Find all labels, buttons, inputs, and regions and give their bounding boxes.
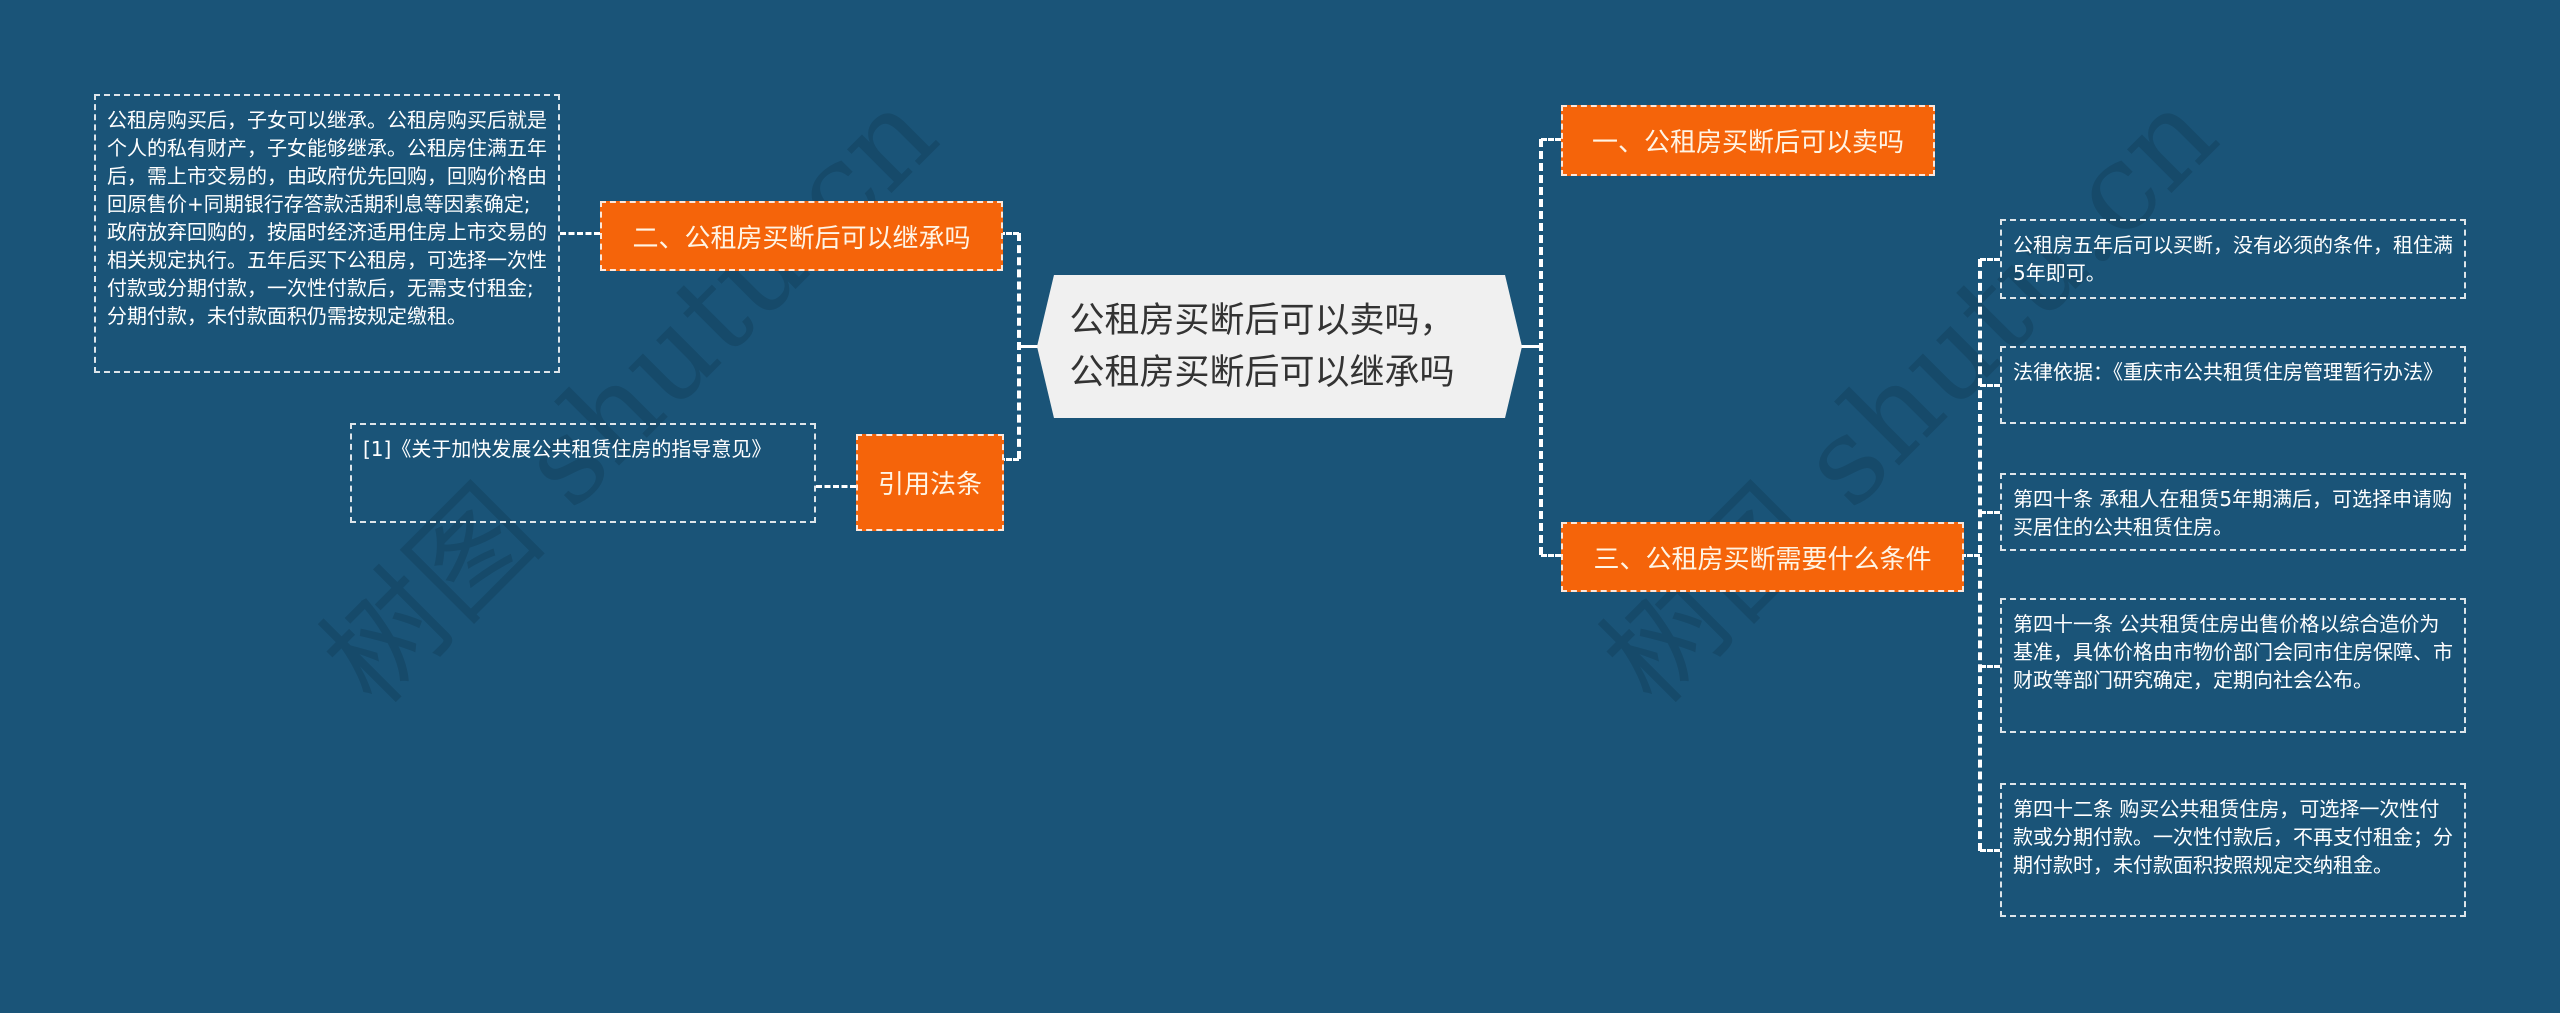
branch-conditions-label: 三、公租房买断需要什么条件 xyxy=(1593,544,1932,575)
condition-leaf[interactable]: 第四十一条 公共租赁住房出售价格以综合造价为基准，具体价格由市物价部门会同市住房… xyxy=(2000,598,2466,733)
connector-leaf-4 xyxy=(1980,665,2000,668)
condition-leaf[interactable]: 第四十条 承租人在租赁5年期满后，可选择申请购买居住的公共租赁住房。 xyxy=(2000,473,2466,551)
citation-detail-text: [1]《关于加快发展公共租赁住房的指导意见》 xyxy=(363,437,772,461)
root-title-line2: 公租房买断后可以继承吗 xyxy=(1069,352,1455,393)
connector-b2-detail xyxy=(560,232,600,235)
connector-leaf-3 xyxy=(1980,511,2000,514)
inherit-detail-text: 公租房购买后，子女可以继承。公租房购买后就是个人的私有财产，子女能够继承。公租房… xyxy=(107,108,547,328)
condition-leaf[interactable]: 公租房五年后可以买断，没有必须的条件，租住满5年即可。 xyxy=(2000,219,2466,299)
connector-root-left xyxy=(1019,345,1039,348)
connector-cite-detail xyxy=(816,485,856,488)
branch-can-inherit-label: 二、公租房买断后可以继承吗 xyxy=(632,223,971,254)
connector-root-right xyxy=(1521,345,1541,348)
branch-citation[interactable]: 引用法条 xyxy=(856,434,1004,531)
branch-citation-label: 引用法条 xyxy=(877,470,982,500)
connector-b1 xyxy=(1541,138,1561,141)
citation-detail[interactable]: [1]《关于加快发展公共租赁住房的指导意见》 xyxy=(350,423,816,523)
connector-leaf-5 xyxy=(1980,849,2000,852)
root-title-line1: 公租房买断后可以卖吗， xyxy=(1069,300,1455,341)
condition-leaf-text: 第四十一条 公共租赁住房出售价格以综合造价为基准，具体价格由市物价部门会同市住房… xyxy=(2013,612,2453,692)
condition-leaf-text: 法律依据：《重庆市公共租赁住房管理暂行办法》 xyxy=(2013,360,2443,384)
condition-leaf[interactable]: 法律依据：《重庆市公共租赁住房管理暂行办法》 xyxy=(2000,346,2466,424)
connector-leaf-2 xyxy=(1980,384,2000,387)
connector-leaf-1 xyxy=(1980,258,2000,261)
branch-can-inherit[interactable]: 二、公租房买断后可以继承吗 xyxy=(600,201,1003,271)
condition-leaf-text: 第四十二条 购买公共租赁住房，可选择一次性付款或分期付款。一次性付款后，不再支付… xyxy=(2013,797,2453,877)
condition-leaf-text: 第四十条 承租人在租赁5年期满后，可选择申请购买居住的公共租赁住房。 xyxy=(2013,487,2453,539)
branch-conditions[interactable]: 三、公租房买断需要什么条件 xyxy=(1561,522,1964,592)
connector-b3 xyxy=(1541,554,1561,557)
connector-b3-trunk xyxy=(1978,259,1982,851)
condition-leaf-text: 公租房五年后可以买断，没有必须的条件，租住满5年即可。 xyxy=(2013,233,2453,285)
branch-can-inherit-detail[interactable]: 公租房购买后，子女可以继承。公租房购买后就是个人的私有财产，子女能够继承。公租房… xyxy=(94,94,560,373)
branch-can-sell-label: 一、公租房买断后可以卖吗 xyxy=(1591,128,1904,158)
root-node[interactable]: 公租房买断后可以卖吗， 公租房买断后可以继承吗 xyxy=(1037,275,1522,418)
condition-leaf[interactable]: 第四十二条 购买公共租赁住房，可选择一次性付款或分期付款。一次性付款后，不再支付… xyxy=(2000,783,2466,917)
branch-can-sell[interactable]: 一、公租房买断后可以卖吗 xyxy=(1561,105,1935,176)
